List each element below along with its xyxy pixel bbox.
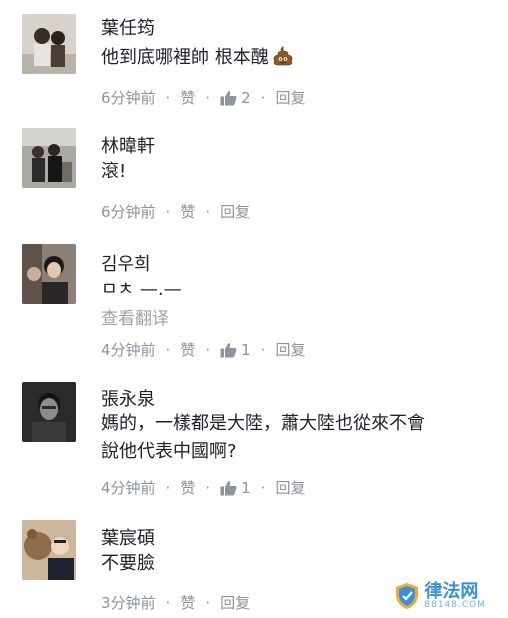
separator-dot: ·: [165, 340, 171, 359]
avatar[interactable]: [22, 128, 76, 188]
comment-text: 不要臉: [101, 553, 155, 574]
comment-text: 滾!: [101, 161, 127, 182]
poop-emoji-icon: [272, 46, 294, 66]
separator-dot: ·: [260, 478, 266, 497]
avatar[interactable]: [22, 382, 76, 442]
like-button[interactable]: 赞: [180, 339, 195, 360]
comment-text-content: 他到底哪裡帥 根本醜: [101, 47, 269, 68]
watermark-url: 88148.COM: [424, 599, 486, 610]
like-count-value: 2: [241, 88, 251, 107]
reply-button[interactable]: 回复: [275, 477, 305, 498]
separator-dot: ·: [205, 478, 211, 497]
like-count-value: 1: [241, 478, 251, 497]
comment-text-line: 說他代表中國啊?: [101, 441, 237, 462]
avatar[interactable]: [22, 14, 76, 74]
comment-meta: 4分钟前 · 赞 · 1 · 回复: [101, 477, 305, 498]
separator-dot: ·: [205, 340, 211, 359]
reply-button[interactable]: 回复: [220, 592, 250, 613]
avatar[interactable]: [22, 520, 76, 580]
comment-meta: 6分钟前 · 赞 · 回复: [101, 201, 250, 222]
comment-meta: 6分钟前 · 赞 · 2 · 回复: [101, 87, 305, 108]
like-count-value: 1: [241, 340, 251, 359]
like-button[interactable]: 赞: [180, 592, 195, 613]
comment-time: 4分钟前: [101, 479, 156, 497]
thumbs-up-icon: [220, 480, 237, 496]
commenter-name[interactable]: 葉宸碩: [101, 524, 155, 550]
comment-time: 6分钟前: [101, 203, 156, 221]
watermark-text: 律法网 88148.COM: [424, 580, 486, 610]
reply-button[interactable]: 回复: [275, 87, 305, 108]
separator-dot: ·: [260, 88, 266, 107]
separator-dot: ·: [165, 202, 171, 221]
thumbs-up-icon: [220, 90, 237, 106]
like-count[interactable]: 1: [220, 341, 251, 359]
commenter-name[interactable]: 葉任筠: [101, 14, 155, 40]
commenter-name[interactable]: 김우희: [101, 250, 151, 276]
comment-text-line: 媽的，一樣都是大陸，蕭大陸也從來不會: [101, 413, 425, 434]
separator-dot: ·: [165, 593, 171, 612]
comment-time: 6分钟前: [101, 89, 156, 107]
separator-dot: ·: [260, 340, 266, 359]
commenter-name[interactable]: 張永泉: [101, 385, 155, 411]
like-button[interactable]: 赞: [180, 87, 195, 108]
shield-icon: [394, 582, 420, 610]
comment-meta: 4分钟前 · 赞 · 1 · 回复: [101, 339, 305, 360]
avatar[interactable]: [22, 244, 76, 304]
comment-meta: 3分钟前 · 赞 · 回复: [101, 592, 250, 613]
comment-text: 媽的，一樣都是大陸，蕭大陸也從來不會 說他代表中國啊?: [101, 410, 501, 466]
reply-button[interactable]: 回复: [275, 339, 305, 360]
comment-text: 他到底哪裡帥 根本醜: [101, 44, 501, 72]
comment-time: 4分钟前: [101, 341, 156, 359]
comment-text: ㅁㅊ —.—: [101, 279, 182, 300]
separator-dot: ·: [205, 202, 211, 221]
reply-button[interactable]: 回复: [220, 201, 250, 222]
like-button[interactable]: 赞: [180, 201, 195, 222]
separator-dot: ·: [165, 478, 171, 497]
commenter-name[interactable]: 林暐軒: [101, 132, 155, 158]
see-translation-link[interactable]: 查看翻译: [101, 304, 169, 329]
like-count[interactable]: 1: [220, 479, 251, 497]
separator-dot: ·: [205, 593, 211, 612]
like-count[interactable]: 2: [220, 89, 251, 107]
comment-time: 3分钟前: [101, 594, 156, 612]
watermark-title: 律法网: [424, 580, 479, 602]
separator-dot: ·: [165, 88, 171, 107]
separator-dot: ·: [205, 88, 211, 107]
watermark-logo: 律法网 88148.COM: [394, 582, 486, 610]
like-button[interactable]: 赞: [180, 477, 195, 498]
thumbs-up-icon: [220, 342, 237, 358]
